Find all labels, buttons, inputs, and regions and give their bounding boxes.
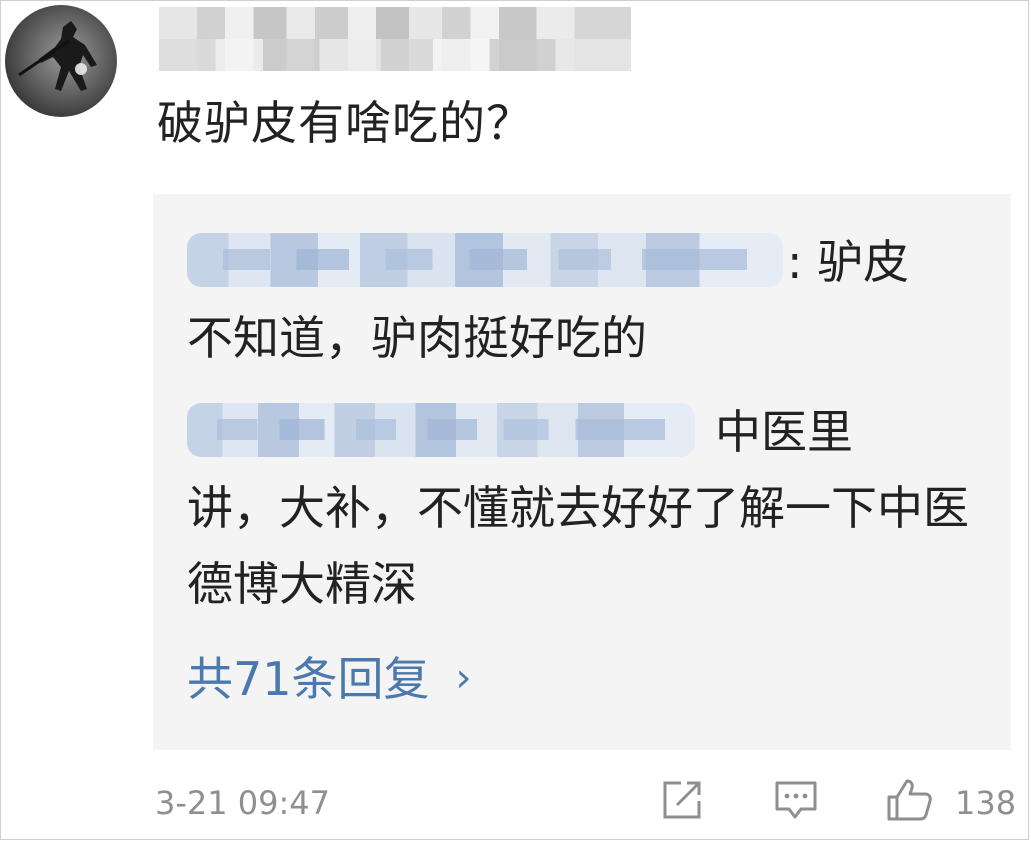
comment-icon xyxy=(775,781,817,819)
avatar-figure-icon xyxy=(18,21,97,91)
avatar[interactable] xyxy=(5,5,117,117)
reply-text: 讲，大补，不懂就去好好了解一下中医德博大精深 xyxy=(187,481,969,611)
view-all-replies-link[interactable]: 共71条回复 › xyxy=(187,649,472,712)
reply-item[interactable]: 中医里 讲，大补，不懂就去好好了解一下中医德博大精深 xyxy=(187,394,977,622)
view-all-replies-label: 共71条回复 xyxy=(187,652,430,706)
like-button[interactable]: 138 xyxy=(885,777,1017,827)
thumbs-up-icon xyxy=(887,779,932,821)
share-icon xyxy=(663,781,701,819)
reply-text-start: : 驴皮 xyxy=(787,235,910,289)
reply-author-blurred[interactable] xyxy=(187,232,783,287)
reply-item[interactable]: : 驴皮 不知道，驴肉挺好吃的 xyxy=(187,224,977,376)
comment-text: 破驴皮有啥吃的？ xyxy=(157,96,533,150)
like-count: 138 xyxy=(955,784,1017,822)
reply-author-blurred[interactable] xyxy=(187,402,695,457)
comment-button[interactable] xyxy=(773,777,819,827)
reply-text-start: 中医里 xyxy=(715,405,853,459)
chevron-right-icon: › xyxy=(455,655,472,701)
username-blurred[interactable] xyxy=(159,7,631,71)
reply-text: 不知道，驴肉挺好吃的 xyxy=(187,311,647,365)
comment-timestamp: 3-21 09:47 xyxy=(155,784,331,822)
comment-card: 破驴皮有啥吃的？ : 驴皮 不知道，驴肉挺好吃的 中医里 讲，大补，不懂就去好好… xyxy=(0,0,1029,840)
replies-box[interactable]: : 驴皮 不知道，驴肉挺好吃的 中医里 讲，大补，不懂就去好好了解一下中医德博大… xyxy=(153,194,1011,750)
share-button[interactable] xyxy=(659,777,705,827)
